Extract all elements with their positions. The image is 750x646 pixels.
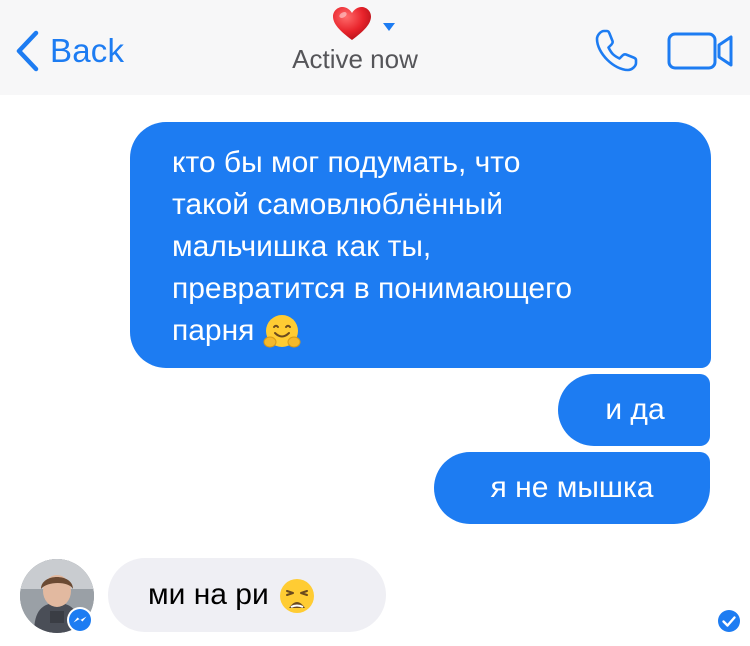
back-button[interactable]: Back [14, 28, 124, 74]
sent-check-icon [718, 610, 740, 632]
incoming-message[interactable]: ми на ри [108, 558, 386, 632]
navigation-bar: Back Active now [0, 0, 750, 95]
messenger-badge-icon [67, 607, 93, 633]
message-text: ми на ри [148, 578, 269, 611]
conversation-title[interactable]: Active now [250, 4, 460, 84]
phone-icon[interactable] [594, 27, 640, 73]
hugging-face-emoji-icon [263, 315, 301, 348]
message-text: и да [605, 393, 665, 426]
video-camera-icon[interactable] [667, 31, 735, 71]
caret-down-icon [383, 23, 395, 31]
message-line: кто бы мог подумать, что [172, 146, 521, 179]
back-label: Back [50, 32, 125, 69]
heart-emoji-icon [333, 7, 371, 40]
message-line: мальчишка как ты, [172, 230, 432, 263]
active-status: Active now [292, 44, 418, 74]
weary-face-emoji-icon [279, 579, 314, 614]
message-line-text: парня [172, 314, 255, 347]
chevron-left-icon [16, 30, 39, 72]
message-text: я не мышка [490, 471, 654, 504]
outgoing-message[interactable]: я не мышка [434, 452, 710, 524]
outgoing-message[interactable]: и да [558, 374, 710, 446]
message-line-last: парня [172, 310, 681, 352]
message-line: превратится в понимающего [172, 272, 573, 305]
outgoing-message[interactable]: кто бы мог подумать, что такой самовлюбл… [130, 122, 711, 368]
message-line: такой самовлюблённый [172, 188, 504, 221]
